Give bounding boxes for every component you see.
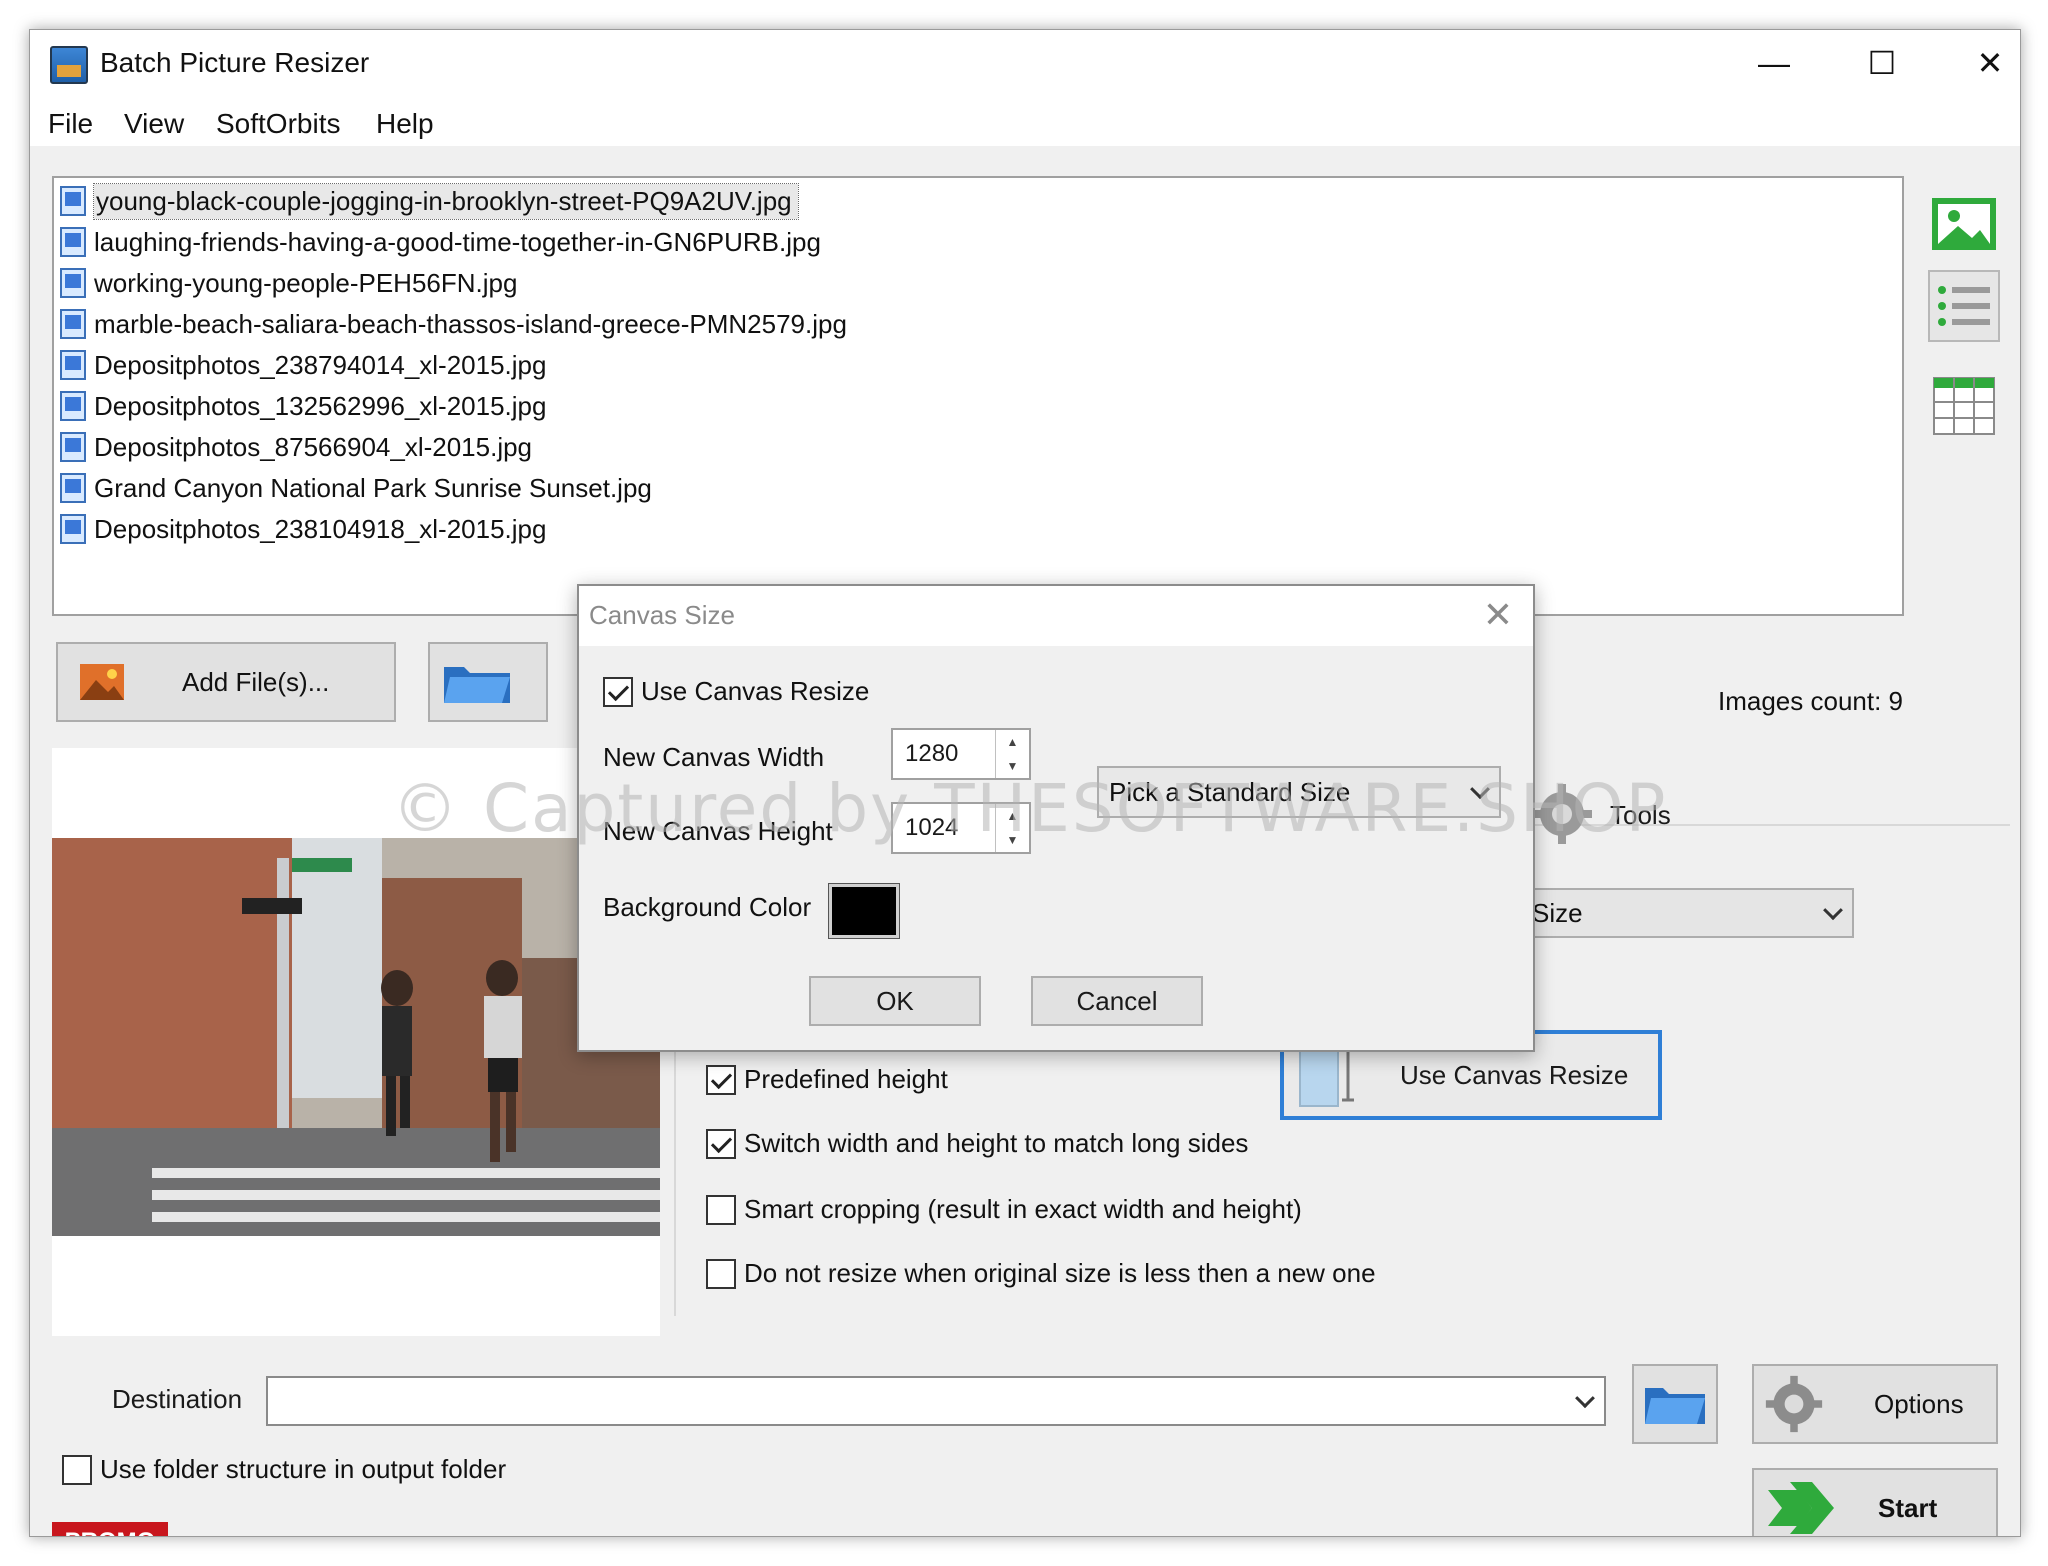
file-list-item[interactable]: laughing-friends-having-a-good-time-toge… [60, 223, 821, 261]
preview-image [52, 838, 660, 1236]
promo-badge[interactable]: PROMO [52, 1522, 168, 1536]
list-view-icon[interactable] [1928, 270, 2000, 342]
app-icon [50, 46, 88, 84]
app-title: Batch Picture Resizer [100, 47, 370, 78]
file-list-item[interactable]: working-young-people-PEH56FN.jpg [60, 264, 517, 302]
file-list-item[interactable]: Depositphotos_238794014_xl-2015.jpg [60, 346, 546, 384]
maximize-button[interactable]: ☐ [1854, 38, 1910, 88]
background-color-swatch[interactable] [828, 883, 900, 939]
gear-icon [1765, 1375, 1823, 1433]
image-file-icon [60, 514, 86, 544]
file-list-item[interactable]: Depositphotos_238104918_xl-2015.jpg [60, 510, 546, 548]
resize-mode-select[interactable]: Size [1520, 888, 1854, 938]
minimize-button[interactable]: — [1746, 38, 1802, 88]
ok-button[interactable]: OK [809, 976, 981, 1026]
smart-cropping-checkbox[interactable]: Smart cropping (result in exact width an… [706, 1194, 1302, 1225]
file-list[interactable]: young-black-couple-jogging-in-brooklyn-s… [52, 176, 1904, 616]
options-button[interactable]: Options [1752, 1364, 1998, 1444]
add-image-icon [80, 664, 124, 700]
cancel-button[interactable]: Cancel [1031, 976, 1203, 1026]
spin-up-icon[interactable]: ▲ [996, 730, 1029, 754]
image-file-icon [60, 186, 86, 216]
menu-bar: File View SoftOrbits Help [30, 100, 2020, 146]
checkbox-box [603, 676, 633, 707]
image-file-icon [60, 268, 86, 298]
folder-structure-checkbox[interactable]: Use folder structure in output folder [62, 1454, 506, 1485]
chevron-down-icon [1823, 900, 1843, 921]
file-list-item[interactable]: young-black-couple-jogging-in-brooklyn-s… [60, 182, 799, 220]
dialog-title-bar: Canvas Size ✕ [579, 586, 1533, 646]
menu-view[interactable]: View [124, 108, 184, 140]
menu-softorbits[interactable]: SoftOrbits [216, 108, 340, 140]
destination-combobox[interactable] [266, 1376, 1606, 1426]
checkbox-box [706, 1128, 736, 1159]
image-file-icon [60, 227, 86, 257]
checkbox-box [706, 1258, 736, 1289]
menu-help[interactable]: Help [376, 108, 434, 140]
browse-destination-button[interactable] [1632, 1364, 1718, 1444]
no-upscale-checkbox[interactable]: Do not resize when original size is less… [706, 1258, 1376, 1289]
image-file-icon [60, 432, 86, 462]
canvas-width-label: New Canvas Width [603, 742, 825, 772]
file-list-item[interactable]: Depositphotos_87566904_xl-2015.jpg [60, 428, 532, 466]
file-list-item[interactable]: marble-beach-saliara-beach-thassos-islan… [60, 305, 847, 343]
checkbox-box [62, 1454, 92, 1485]
watermark-text: © Captured by THESOFTWARE.SHOP [392, 770, 1668, 847]
destination-label: Destination [112, 1384, 243, 1414]
checkbox-box [706, 1194, 736, 1225]
image-file-icon [60, 473, 86, 503]
predefined-height-checkbox[interactable]: Predefined height [706, 1064, 948, 1095]
close-button[interactable]: ✕ [1962, 38, 2018, 88]
app-window: Batch Picture Resizer — ☐ ✕ File View So… [29, 29, 2021, 1537]
start-button[interactable]: Start [1752, 1468, 1998, 1536]
switch-sides-checkbox[interactable]: Switch width and height to match long si… [706, 1128, 1248, 1159]
checkbox-box [706, 1064, 736, 1095]
folder-icon [1645, 1388, 1705, 1424]
background-color-label: Background Color [603, 892, 812, 922]
title-bar: Batch Picture Resizer — ☐ ✕ [30, 30, 2020, 100]
add-files-button[interactable]: Add File(s)... [56, 642, 396, 722]
image-file-icon [60, 350, 86, 380]
image-file-icon [60, 309, 86, 339]
file-list-item[interactable]: Depositphotos_132562996_xl-2015.jpg [60, 387, 546, 425]
file-list-item[interactable]: Grand Canyon National Park Sunrise Sunse… [60, 469, 652, 507]
arrow-right-icon [1768, 1482, 1834, 1534]
add-folder-button[interactable] [428, 642, 548, 722]
use-canvas-resize-checkbox[interactable]: Use Canvas Resize [603, 676, 869, 707]
menu-file[interactable]: File [48, 108, 93, 140]
thumbnail-view-icon[interactable] [1928, 188, 2000, 260]
image-file-icon [60, 391, 86, 421]
folder-icon [444, 667, 510, 703]
chevron-down-icon [1575, 1388, 1595, 1409]
images-count: Images count: 9 [1718, 686, 1903, 716]
dialog-close-icon[interactable]: ✕ [1483, 594, 1513, 636]
dialog-title: Canvas Size [589, 600, 735, 630]
table-view-icon[interactable] [1928, 370, 2000, 442]
